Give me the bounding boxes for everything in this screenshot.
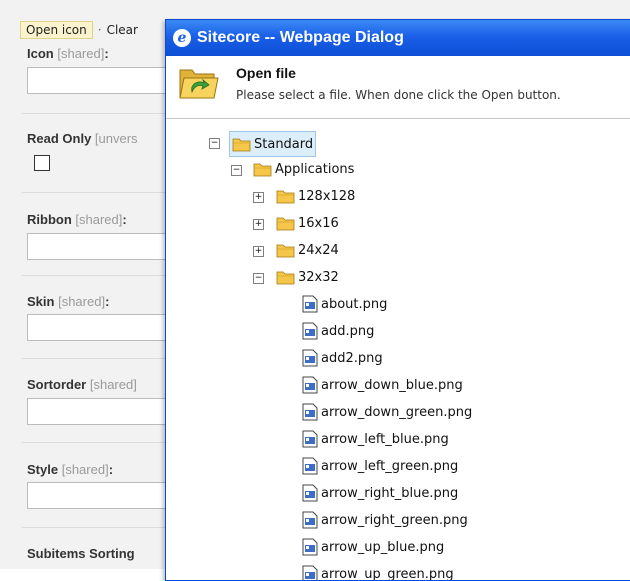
folder-icon (276, 271, 295, 285)
file-icon (302, 430, 318, 448)
folder-icon (276, 190, 295, 204)
folder-icon (232, 138, 251, 152)
field-label-skin: Skin [shared]: (27, 294, 110, 309)
collapse-toggle[interactable]: − (209, 138, 220, 149)
folder-icon (276, 244, 295, 258)
open-folder-icon (179, 69, 219, 99)
divider (22, 275, 182, 276)
field-label-style: Style [shared]: (27, 462, 114, 477)
file-tree[interactable]: − Standard − Applications + 128x128 + 16… (166, 120, 630, 580)
icon-toolbar: Open icon · Clear (20, 20, 138, 40)
folder-icon (276, 217, 295, 231)
file-icon (302, 538, 318, 556)
file-icon (302, 511, 318, 529)
webpage-dialog: e Sitecore -- Webpage Dialog Open file P… (165, 19, 630, 581)
divider (22, 442, 182, 443)
folder-icon (253, 163, 272, 177)
dialog-header: Open file Please select a file. When don… (166, 56, 630, 119)
divider (22, 113, 182, 114)
tree-node-standard[interactable]: Standard (229, 131, 317, 157)
expand-toggle[interactable]: + (253, 192, 264, 203)
tree-node-folder[interactable]: 16x16 (276, 212, 339, 234)
tree-node-file[interactable]: about.png (302, 293, 387, 315)
tree-node-file[interactable]: arrow_up_blue.png (302, 536, 444, 558)
field-label-ribbon: Ribbon [shared]: (27, 212, 127, 227)
file-icon (302, 322, 318, 340)
tree-node-folder[interactable]: 128x128 (276, 185, 355, 207)
tree-node-file[interactable]: arrow_up_green.png (302, 563, 454, 580)
tree-node-folder[interactable]: 32x32 (276, 266, 339, 288)
dialog-header-title: Open file (236, 65, 296, 81)
file-icon (302, 376, 318, 394)
divider (22, 527, 182, 528)
dialog-title: Sitecore -- Webpage Dialog (197, 29, 404, 46)
dialog-header-description: Please select a file. When done click th… (236, 88, 561, 102)
field-label-icon: Icon [shared]: (27, 46, 109, 61)
file-icon (302, 484, 318, 502)
file-icon (302, 295, 318, 313)
field-label-subitems-sorting: Subitems Sorting (27, 546, 135, 561)
clear-link[interactable]: Clear (107, 23, 138, 37)
divider (22, 358, 182, 359)
tree-node-file[interactable]: add2.png (302, 347, 383, 369)
collapse-toggle[interactable]: − (253, 273, 264, 284)
expand-toggle[interactable]: + (253, 219, 264, 230)
separator: · (97, 23, 102, 37)
file-icon (302, 457, 318, 475)
tree-node-file[interactable]: arrow_down_green.png (302, 401, 472, 423)
expand-toggle[interactable]: + (253, 246, 264, 257)
dialog-titlebar[interactable]: e Sitecore -- Webpage Dialog (166, 20, 630, 56)
divider (22, 192, 182, 193)
tree-node-folder[interactable]: 24x24 (276, 239, 339, 261)
file-icon (302, 349, 318, 367)
tree-node-file[interactable]: arrow_down_blue.png (302, 374, 463, 396)
field-label-read-only: Read Only [unvers (27, 131, 138, 146)
tree-node-file[interactable]: add.png (302, 320, 374, 342)
field-label-sortorder: Sortorder [shared] (27, 377, 137, 392)
collapse-toggle[interactable]: − (231, 165, 242, 176)
tree-node-file[interactable]: arrow_right_green.png (302, 509, 468, 531)
open-icon-button[interactable]: Open icon (20, 21, 93, 39)
file-icon (302, 403, 318, 421)
read-only-checkbox[interactable] (34, 155, 50, 171)
tree-node-file[interactable]: arrow_right_blue.png (302, 482, 458, 504)
tree-node-applications[interactable]: Applications (253, 158, 354, 180)
file-icon (302, 565, 318, 580)
ie-icon: e (173, 29, 191, 47)
tree-node-file[interactable]: arrow_left_blue.png (302, 428, 449, 450)
tree-node-file[interactable]: arrow_left_green.png (302, 455, 458, 477)
